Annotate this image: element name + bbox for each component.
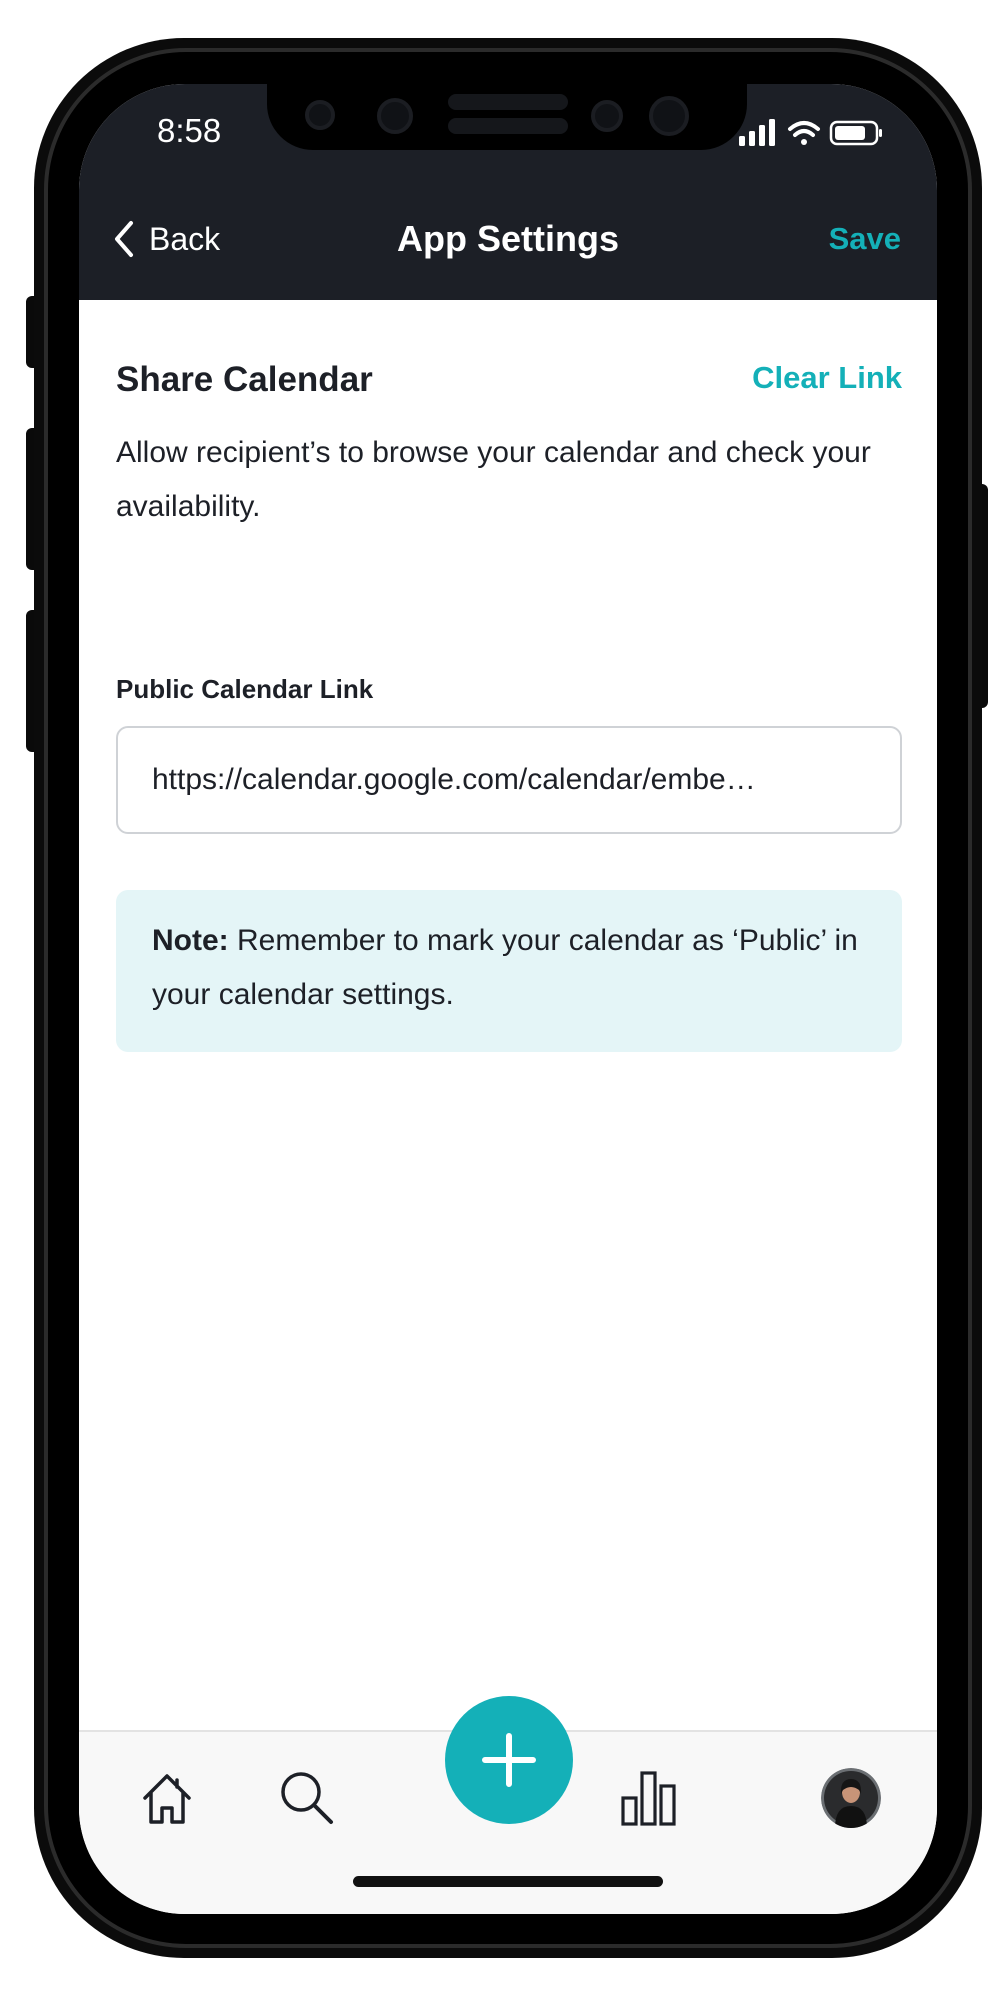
- profile-avatar[interactable]: [821, 1768, 881, 1828]
- note-prefix: Note:: [152, 924, 229, 957]
- earpiece-speaker: [448, 94, 568, 110]
- avatar-image: [821, 1768, 881, 1828]
- note-banner: Note: Remember to mark your calendar as …: [116, 890, 902, 1052]
- section-title: Share Calendar: [116, 360, 373, 399]
- stats-icon: [621, 1771, 676, 1826]
- proximity-sensor: [591, 100, 623, 132]
- battery-icon: [829, 120, 882, 146]
- face-id-sensor: [377, 98, 413, 134]
- section-description: Allow recipient’s to browse your calenda…: [116, 436, 871, 523]
- save-button[interactable]: Save: [829, 214, 901, 264]
- public-link-label: Public Calendar Link: [116, 674, 374, 704]
- earpiece-grille: [448, 118, 568, 134]
- public-calendar-link-input[interactable]: [116, 726, 902, 834]
- plus-icon: [482, 1733, 536, 1787]
- tab-stats[interactable]: [613, 1762, 685, 1834]
- status-time: 8:58: [157, 112, 222, 149]
- tab-search[interactable]: [271, 1762, 343, 1834]
- ambient-sensor: [649, 96, 689, 136]
- status-icons: [739, 118, 889, 148]
- app-screen: 8:58 Back App Settings Save Share Calend…: [79, 84, 937, 1914]
- clear-link-button[interactable]: Clear Link: [752, 360, 902, 396]
- front-camera: [305, 100, 335, 130]
- home-icon: [143, 1774, 191, 1824]
- wifi-icon: [788, 121, 820, 145]
- add-button[interactable]: [445, 1696, 573, 1824]
- search-icon: [281, 1772, 333, 1824]
- home-indicator: [353, 1876, 663, 1887]
- signal-icon: [739, 119, 775, 146]
- note-text: Remember to mark your calendar as ‘Publi…: [152, 924, 858, 1011]
- app-header: 8:58 Back App Settings Save: [79, 84, 937, 300]
- tab-home[interactable]: [131, 1762, 203, 1834]
- page-title: App Settings: [397, 218, 619, 259]
